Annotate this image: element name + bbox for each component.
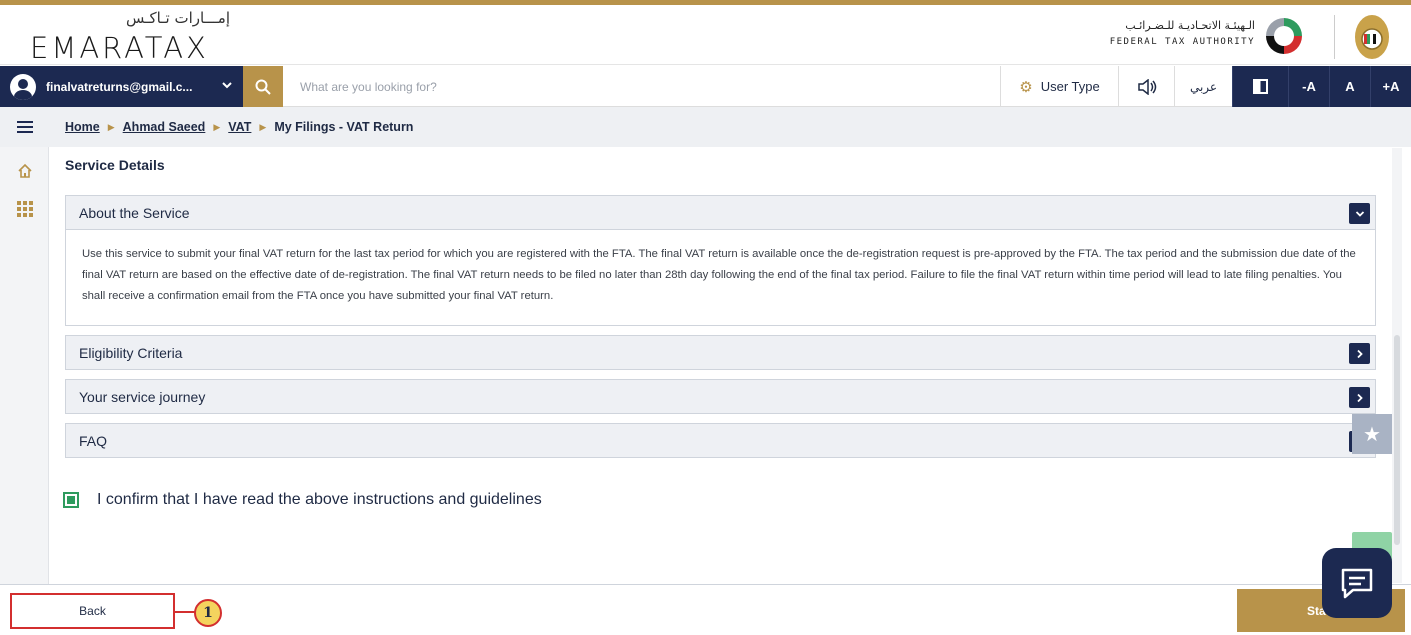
search-button[interactable] <box>243 66 283 107</box>
breadcrumb-separator-icon: ▶ <box>107 121 115 132</box>
home-nav[interactable] <box>0 151 49 191</box>
accordion-header[interactable]: About the Service <box>66 196 1375 229</box>
gear-icon: ⚙ <box>1019 78 1033 96</box>
callout-connector <box>175 611 195 613</box>
search-input[interactable] <box>290 72 980 102</box>
font-increase-button[interactable]: +A <box>1370 66 1411 107</box>
accordion-header[interactable]: Your service journey <box>66 380 1375 413</box>
breadcrumb-separator-icon: ▶ <box>213 121 221 132</box>
chevron-down-icon <box>221 79 233 94</box>
chevron-right-icon[interactable] <box>1349 343 1370 364</box>
header-divider <box>1334 15 1335 59</box>
nav-tools: ⚙ User Type عربي -A A +A <box>1000 66 1411 107</box>
user-type-button[interactable]: ⚙ User Type <box>1000 66 1118 107</box>
apps-nav[interactable] <box>0 189 49 229</box>
fta-mark-icon <box>1266 18 1302 54</box>
left-rail <box>0 107 49 584</box>
accordion-service-journey: Your service journey <box>65 379 1376 414</box>
scrollbar-thumb[interactable] <box>1394 335 1400 545</box>
apps-grid-icon <box>16 201 33 217</box>
font-decrease-button[interactable]: -A <box>1288 66 1329 107</box>
breadcrumb-vat[interactable]: VAT <box>228 120 251 134</box>
accordion-faq: FAQ <box>65 423 1376 458</box>
audio-button[interactable] <box>1118 66 1174 107</box>
font-normal-button[interactable]: A <box>1329 66 1370 107</box>
uae-emblem-icon <box>1355 15 1389 59</box>
breadcrumb-separator-icon: ▶ <box>259 121 267 132</box>
accordion-title: About the Service <box>79 204 190 221</box>
contrast-button[interactable] <box>1232 66 1288 107</box>
user-avatar-icon <box>10 73 36 100</box>
logo-english: EMARATAX <box>30 31 209 65</box>
confirm-checkbox[interactable] <box>63 492 79 508</box>
breadcrumb-current: My Filings - VAT Return <box>274 120 414 134</box>
accordion-title: Eligibility Criteria <box>79 344 183 361</box>
breadcrumb-home[interactable]: Home <box>65 120 100 134</box>
fta-english-name: FEDERAL TAX AUTHORITY <box>1109 37 1255 47</box>
page-title: Service Details <box>65 157 165 173</box>
accordion-title: Your service journey <box>79 388 206 405</box>
accordion-header[interactable]: Eligibility Criteria <box>66 336 1375 369</box>
user-type-label: User Type <box>1040 79 1100 94</box>
site-header: إمـــارات تـاكـس EMARATAX الـهيئـة الاتح… <box>0 5 1411 65</box>
breadcrumb-profile[interactable]: Ahmad Saeed <box>123 120 206 134</box>
home-icon <box>17 163 32 178</box>
confirm-label: I confirm that I have read the above ins… <box>97 491 542 508</box>
breadcrumb: Home ▶ Ahmad Saeed ▶ VAT ▶ My Filings - … <box>49 107 1411 147</box>
top-navbar: finalvatreturns@gmail.c... ⚙ User Type ع… <box>0 66 1411 107</box>
accordion-about-service: About the Service Use this service to su… <box>65 195 1376 326</box>
page-footer: Back 1 Sta <box>0 584 1411 635</box>
user-email: finalvatreturns@gmail.c... <box>46 79 193 94</box>
emaratax-logo[interactable]: إمـــارات تـاكـس EMARATAX <box>30 9 230 65</box>
accordion-body: Use this service to submit your final VA… <box>66 229 1375 325</box>
chevron-down-icon[interactable] <box>1349 203 1370 224</box>
menu-toggle[interactable] <box>0 107 49 147</box>
accordion-header[interactable]: FAQ <box>66 424 1375 457</box>
contrast-icon <box>1253 79 1268 94</box>
star-icon: ★ <box>1363 423 1381 446</box>
language-toggle[interactable]: عربي <box>1174 66 1232 107</box>
back-button[interactable]: Back <box>10 593 175 629</box>
checkbox-checked-icon <box>67 496 75 504</box>
chat-icon <box>1341 568 1373 599</box>
speaker-icon <box>1137 78 1156 95</box>
user-menu[interactable]: finalvatreturns@gmail.c... <box>0 66 243 107</box>
search-icon <box>255 79 271 95</box>
menu-icon <box>16 118 33 136</box>
callout-marker: 1 <box>194 599 222 627</box>
fta-arabic-name: الـهيئـة الاتحـاديـة للـضـرائـب <box>1125 19 1255 32</box>
chat-button[interactable] <box>1322 548 1392 618</box>
logo-arabic: إمـــارات تـاكـس <box>125 9 230 27</box>
confirm-checkbox-row: I confirm that I have read the above ins… <box>63 491 542 509</box>
favorite-button[interactable]: ★ <box>1352 414 1392 454</box>
accordion-eligibility: Eligibility Criteria <box>65 335 1376 370</box>
chevron-right-icon[interactable] <box>1349 387 1370 408</box>
fta-logo: الـهيئـة الاتحـاديـة للـضـرائـب FEDERAL … <box>1091 13 1311 61</box>
accordion-title: FAQ <box>79 432 108 449</box>
